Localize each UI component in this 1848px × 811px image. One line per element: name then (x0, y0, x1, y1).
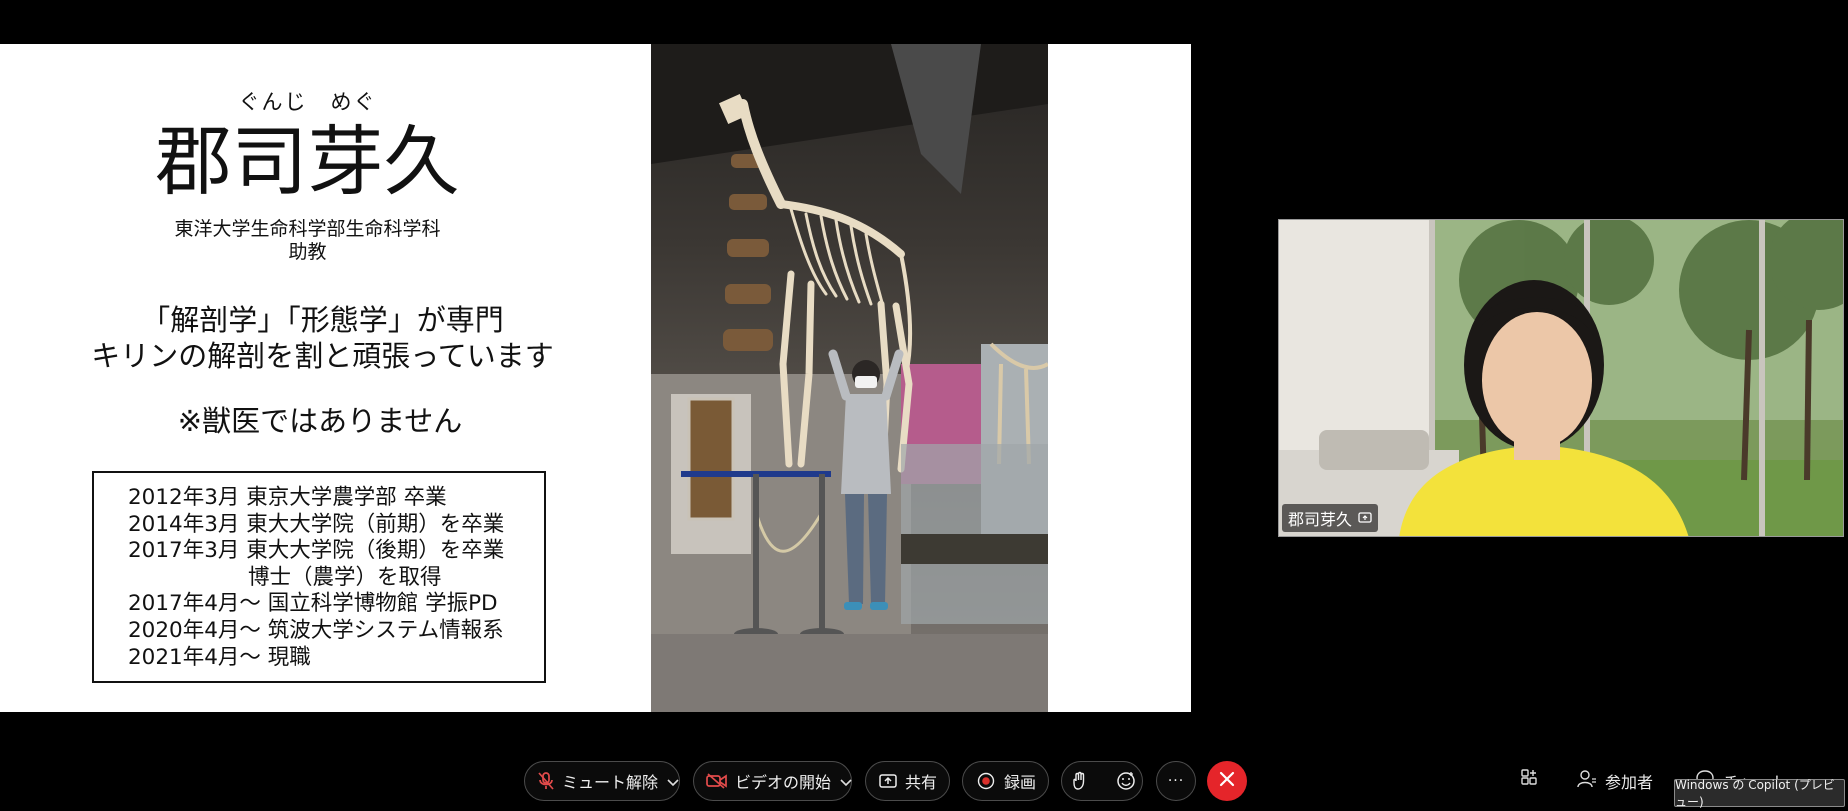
career-line: 2014年3月 東大大学院（前期）を卒業 (128, 511, 505, 537)
participants-icon (1577, 769, 1597, 793)
leave-meeting-button[interactable] (1207, 761, 1247, 801)
museum-photo (651, 44, 1048, 712)
participants-button[interactable]: 参加者 (1577, 761, 1653, 801)
specialty-line: キリンの解剖を割と頑張っています (91, 339, 554, 373)
career-line: 2020年4月～ 筑波大学システム情報系 (128, 617, 504, 643)
participants-label: 参加者 (1605, 773, 1654, 792)
raise-hand-icon[interactable] (1072, 770, 1088, 792)
participant-video[interactable]: 郡司芽久 (1278, 219, 1844, 537)
share-button[interactable]: 共有 (865, 761, 950, 801)
share-label: 共有 (904, 773, 937, 792)
reactions-group (1061, 761, 1143, 801)
affiliation-position: 助教 (288, 241, 327, 263)
career-line: 2017年3月 東大大学院（後期）を卒業 (128, 538, 505, 564)
career-line: 博士（農学）を取得 (248, 564, 442, 590)
shared-slide: ぐんじ めぐ 郡司芽久 東洋大学生命科学部生命科学科 助教 「解剖学」「形態学」… (0, 44, 1191, 712)
career-line: 2021年4月～ 現職 (128, 644, 311, 670)
close-icon (1219, 771, 1235, 791)
more-options-label: ··· (1167, 773, 1185, 789)
affiliation: 東洋大学生命科学部生命科学科 助教 (0, 218, 615, 264)
webcam-image (1279, 220, 1843, 536)
affiliation-line: 東洋大学生命科学部生命科学科 (174, 218, 441, 240)
unmute-button[interactable]: ミュート解除 (524, 761, 680, 801)
specialty: 「解剖学」「形態学」が専門 キリンの解剖を割と頑張っています (0, 302, 645, 374)
emoji-reaction-icon[interactable] (1116, 770, 1136, 792)
giraffe-skeleton-photo (651, 44, 1048, 712)
more-options-button[interactable]: ··· (1156, 761, 1196, 801)
unmute-label: ミュート解除 (562, 773, 659, 792)
copilot-tooltip: Windows の Copilot (プレビュー) (1674, 778, 1845, 809)
disclaimer-note: ※獣医ではありません (177, 404, 463, 438)
name-furigana: ぐんじ めぐ (238, 90, 377, 114)
screen-share-icon (1358, 509, 1372, 528)
record-label: 録画 (1003, 773, 1036, 792)
apps-icon (1520, 769, 1540, 793)
record-icon (975, 770, 997, 792)
record-button[interactable]: 録画 (962, 761, 1049, 801)
participant-name-tag: 郡司芽久 (1282, 504, 1379, 532)
share-screen-icon (878, 770, 898, 792)
chevron-down-icon[interactable] (840, 772, 852, 791)
career-line: 2017年4月～ 国立科学博物館 学振PD (128, 591, 498, 617)
presenter-name: 郡司芽久 (155, 117, 460, 206)
slide-text-panel: ぐんじ めぐ 郡司芽久 東洋大学生命科学部生命科学科 助教 「解剖学」「形態学」… (0, 44, 650, 712)
career-box: 2012年3月 東京大学農学部 卒業 2014年3月 東大大学院（前期）を卒業 … (92, 471, 546, 683)
specialty-line: 「解剖学」「形態学」が専門 (141, 303, 504, 337)
video-off-icon (706, 770, 728, 792)
apps-button[interactable] (1520, 761, 1540, 801)
chevron-down-icon[interactable] (667, 772, 679, 791)
career-line: 2012年3月 東京大学農学部 卒業 (128, 485, 447, 510)
start-video-button[interactable]: ビデオの開始 (693, 761, 852, 801)
meeting-toolbar: ミュート解除 ビデオの開始 共有 録画 ··· 参加者 (0, 754, 1848, 808)
participant-name: 郡司芽久 (1288, 510, 1353, 529)
video-label: ビデオの開始 (735, 773, 832, 792)
mic-muted-icon (537, 770, 555, 792)
